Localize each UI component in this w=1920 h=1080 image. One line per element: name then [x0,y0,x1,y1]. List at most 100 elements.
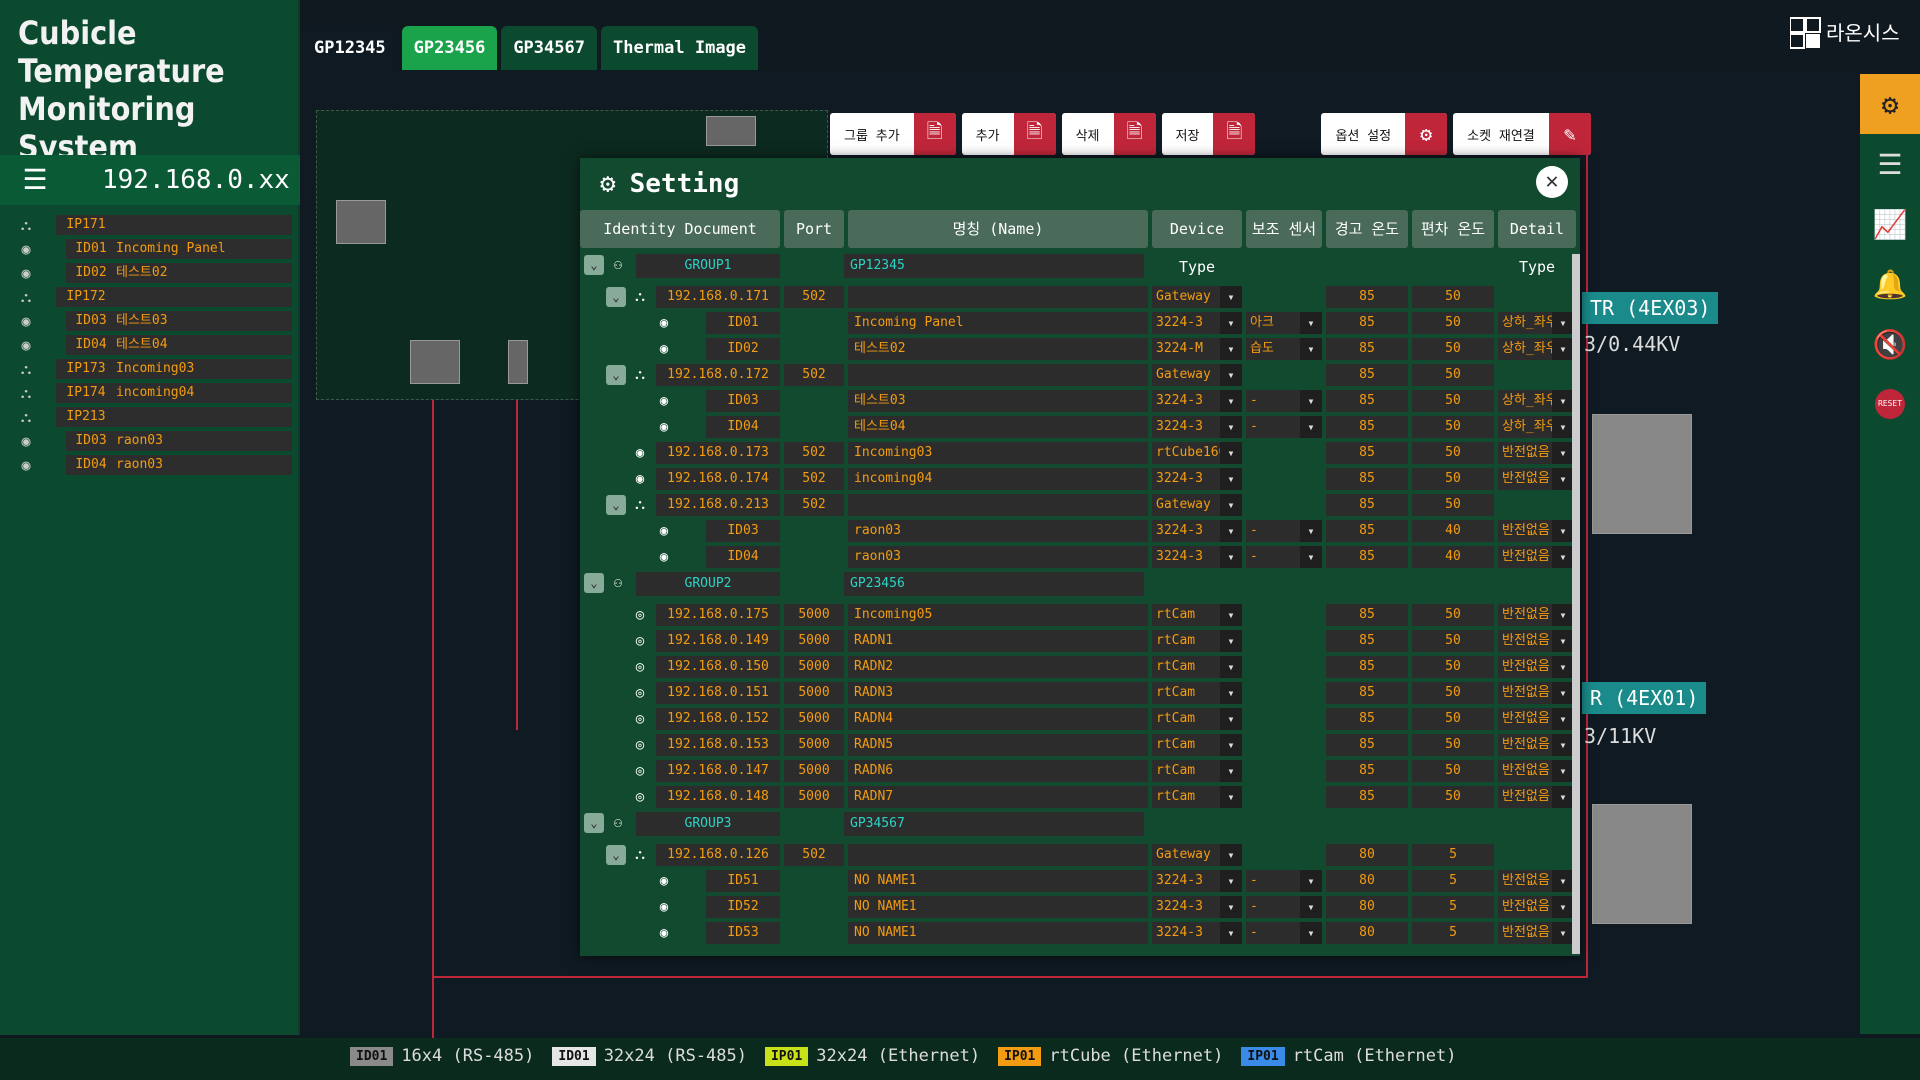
chevron-down-icon[interactable]: ▾ [1220,844,1242,866]
mute-speaker-icon[interactable]: 🔇 [1860,314,1920,374]
device-type-select[interactable]: 3224-3 ▾ [1152,390,1242,412]
chevron-down-icon[interactable]: ▾ [1220,546,1242,568]
chevron-down-icon[interactable]: ▾ [1552,546,1574,568]
chevron-down-icon[interactable]: ▾ [1220,922,1242,944]
chevron-down-icon[interactable]: ▾ [1300,896,1322,918]
chevron-down-icon[interactable]: ▾ [1552,630,1574,652]
chevron-down-icon[interactable]: ▾ [1552,604,1574,626]
device-type-select[interactable]: Gateway ▾ [1152,286,1242,308]
aux-sensor-select[interactable]: 아크 ▾ [1246,312,1322,334]
detail-type-select[interactable]: 상하_좌우 ▾ [1498,312,1574,334]
device-type-select[interactable]: rtCam ▾ [1152,786,1242,808]
chevron-down-icon[interactable]: ▾ [1220,786,1242,808]
chevron-down-icon[interactable]: ▾ [1220,896,1242,918]
detail-type-select[interactable]: 상하_좌우 ▾ [1498,338,1574,360]
chevron-down-icon[interactable]: ▾ [1220,442,1242,464]
table-row[interactable]: ⌄ ⛬ 192.168.0.171 502 Gateway ▾ 85 50 [580,286,1575,308]
chevron-down-icon[interactable]: ▾ [1552,520,1574,542]
aux-sensor-select[interactable]: - ▾ [1246,546,1322,568]
chevron-down-icon[interactable]: ▾ [1552,734,1574,756]
detail-type-select[interactable]: 반전없음 ▾ [1498,630,1574,652]
device-type-select[interactable]: 3224-3 ▾ [1152,312,1242,334]
detail-type-select[interactable]: 반전없음 ▾ [1498,786,1574,808]
detail-type-select[interactable]: 반전없음 ▾ [1498,708,1574,730]
chevron-down-icon[interactable]: ▾ [1220,734,1242,756]
table-row[interactable]: ◎ 192.168.0.147 5000 RADN6 rtCam ▾ 85 50 반전없음 ▾ [580,760,1575,782]
aux-sensor-select[interactable]: - ▾ [1246,922,1322,944]
chevron-down-icon[interactable]: ▾ [1552,390,1574,412]
collapse-icon[interactable]: ⌄ [606,365,626,385]
detail-type-select[interactable]: 반전없음 ▾ [1498,546,1574,568]
aux-sensor-select[interactable]: - ▾ [1246,390,1322,412]
tree-item[interactable]: ⛬ IP213 [12,405,292,429]
chevron-down-icon[interactable]: ▾ [1552,338,1574,360]
device-type-select[interactable]: Gateway ▾ [1152,364,1242,386]
table-row[interactable]: ◎ 192.168.0.149 5000 RADN1 rtCam ▾ 85 50 반전없음 ▾ [580,630,1575,652]
device-type-select[interactable]: 3224-3 ▾ [1152,416,1242,438]
detail-type-select[interactable]: 반전없음 ▾ [1498,442,1574,464]
chevron-down-icon[interactable]: ▾ [1220,468,1242,490]
transformer-3[interactable] [508,340,528,384]
table-row[interactable]: ◉ ID52 NO NAME1 3224-3 ▾ - ▾ 80 5 반전없음 ▾ [580,896,1575,918]
chevron-down-icon[interactable]: ▾ [1300,390,1322,412]
tree-item[interactable]: ⛬ IP171 [12,213,292,237]
add-button[interactable]: 추가 🗎 [961,113,1056,155]
table-row[interactable]: ⌄ ⚇ GROUP2 GP23456 [580,572,1575,598]
table-row[interactable]: ◉ ID03 raon03 3224-3 ▾ - ▾ 85 40 반전없음 ▾ [580,520,1575,542]
tab-gp23456[interactable]: GP23456 [401,26,498,70]
collapse-icon[interactable]: ⌄ [584,813,604,833]
tree-item[interactable]: ◉ ID04 raon03 [12,453,292,477]
tab-gp34567[interactable]: GP34567 [501,26,597,70]
collapse-icon[interactable]: ⌄ [606,287,626,307]
detail-type-select[interactable]: 상하_좌우 ▾ [1498,416,1574,438]
transformer-top[interactable] [706,116,756,146]
chevron-down-icon[interactable]: ▾ [1552,922,1574,944]
socket-reconnect-button[interactable]: 소켓 재연결 ✎ [1453,113,1591,155]
chevron-down-icon[interactable]: ▾ [1220,364,1242,386]
chevron-down-icon[interactable]: ▾ [1220,520,1242,542]
detail-type-select[interactable]: 반전없음 ▾ [1498,682,1574,704]
table-row[interactable]: ◉ ID02 테스트02 3224-M ▾ 습도 ▾ 85 50 상하_좌우 ▾ [580,338,1575,360]
tree-item[interactable]: ◉ ID01 Incoming Panel [12,237,292,261]
tree-item[interactable]: ◉ ID02 테스트02 [12,261,292,285]
device-type-select[interactable]: Gateway ▾ [1152,494,1242,516]
transformer-1[interactable] [336,200,386,244]
ip-header[interactable]: ☰ 192.168.0.xx [0,155,300,205]
chevron-down-icon[interactable]: ▾ [1300,416,1322,438]
device-type-select[interactable]: 3224-3 ▾ [1152,922,1242,944]
delete-button[interactable]: 삭제 🗎 [1061,113,1156,155]
chevron-down-icon[interactable]: ▾ [1300,546,1322,568]
table-row[interactable]: ⌄ ⚇ GROUP1 GP12345 [580,254,1575,280]
collapse-icon[interactable]: ⌄ [584,573,604,593]
device-type-select[interactable]: rtCam ▾ [1152,682,1242,704]
device-type-select[interactable]: rtCam ▾ [1152,630,1242,652]
tab-gp12345[interactable]: GP12345 [302,26,398,70]
aux-sensor-select[interactable]: - ▾ [1246,896,1322,918]
detail-type-select[interactable]: 반전없음 ▾ [1498,468,1574,490]
scrollbar[interactable] [1572,254,1580,954]
device-type-select[interactable]: 3224-3 ▾ [1152,870,1242,892]
chevron-down-icon[interactable]: ▾ [1552,760,1574,782]
detail-type-select[interactable]: 반전없음 ▾ [1498,520,1574,542]
chevron-down-icon[interactable]: ▾ [1552,416,1574,438]
table-row[interactable]: ◉ ID53 NO NAME1 3224-3 ▾ - ▾ 80 5 반전없음 ▾ [580,922,1575,944]
table-row[interactable]: ◉ 192.168.0.173 502 Incoming03 rtCube160 ▾ 85 5… [580,442,1575,464]
table-row[interactable]: ◉ ID51 NO NAME1 3224-3 ▾ - ▾ 80 5 반전없음 ▾ [580,870,1575,892]
detail-type-select[interactable]: 반전없음 ▾ [1498,760,1574,782]
aux-sensor-select[interactable]: - ▾ [1246,520,1322,542]
table-row[interactable]: ⌄ ⛬ 192.168.0.213 502 Gateway ▾ 85 50 [580,494,1575,516]
table-row[interactable]: ◎ 192.168.0.175 5000 Incoming05 rtCam ▾ 85 50 반전… [580,604,1575,626]
device-type-select[interactable]: rtCam ▾ [1152,734,1242,756]
device-type-select[interactable]: 3224-3 ▾ [1152,896,1242,918]
device-type-select[interactable]: rtCam ▾ [1152,708,1242,730]
table-row[interactable]: ◎ 192.168.0.148 5000 RADN7 rtCam ▾ 85 50 반전없음 ▾ [580,786,1575,808]
reset-button[interactable]: RESET [1860,374,1920,434]
detail-type-select[interactable]: 반전없음 ▾ [1498,896,1574,918]
tree-item[interactable]: ⛬ IP173 Incoming03 [12,357,292,381]
tree-item[interactable]: ⛬ IP174 incoming04 [12,381,292,405]
table-row[interactable]: ◉ 192.168.0.174 502 incoming04 3224-3 ▾ 85 50 반전… [580,468,1575,490]
chevron-down-icon[interactable]: ▾ [1552,468,1574,490]
table-row[interactable]: ◎ 192.168.0.152 5000 RADN4 rtCam ▾ 85 50 반전없음 ▾ [580,708,1575,730]
device-type-select[interactable]: Gateway ▾ [1152,844,1242,866]
table-row[interactable]: ◎ 192.168.0.153 5000 RADN5 rtCam ▾ 85 50 반전없음 ▾ [580,734,1575,756]
